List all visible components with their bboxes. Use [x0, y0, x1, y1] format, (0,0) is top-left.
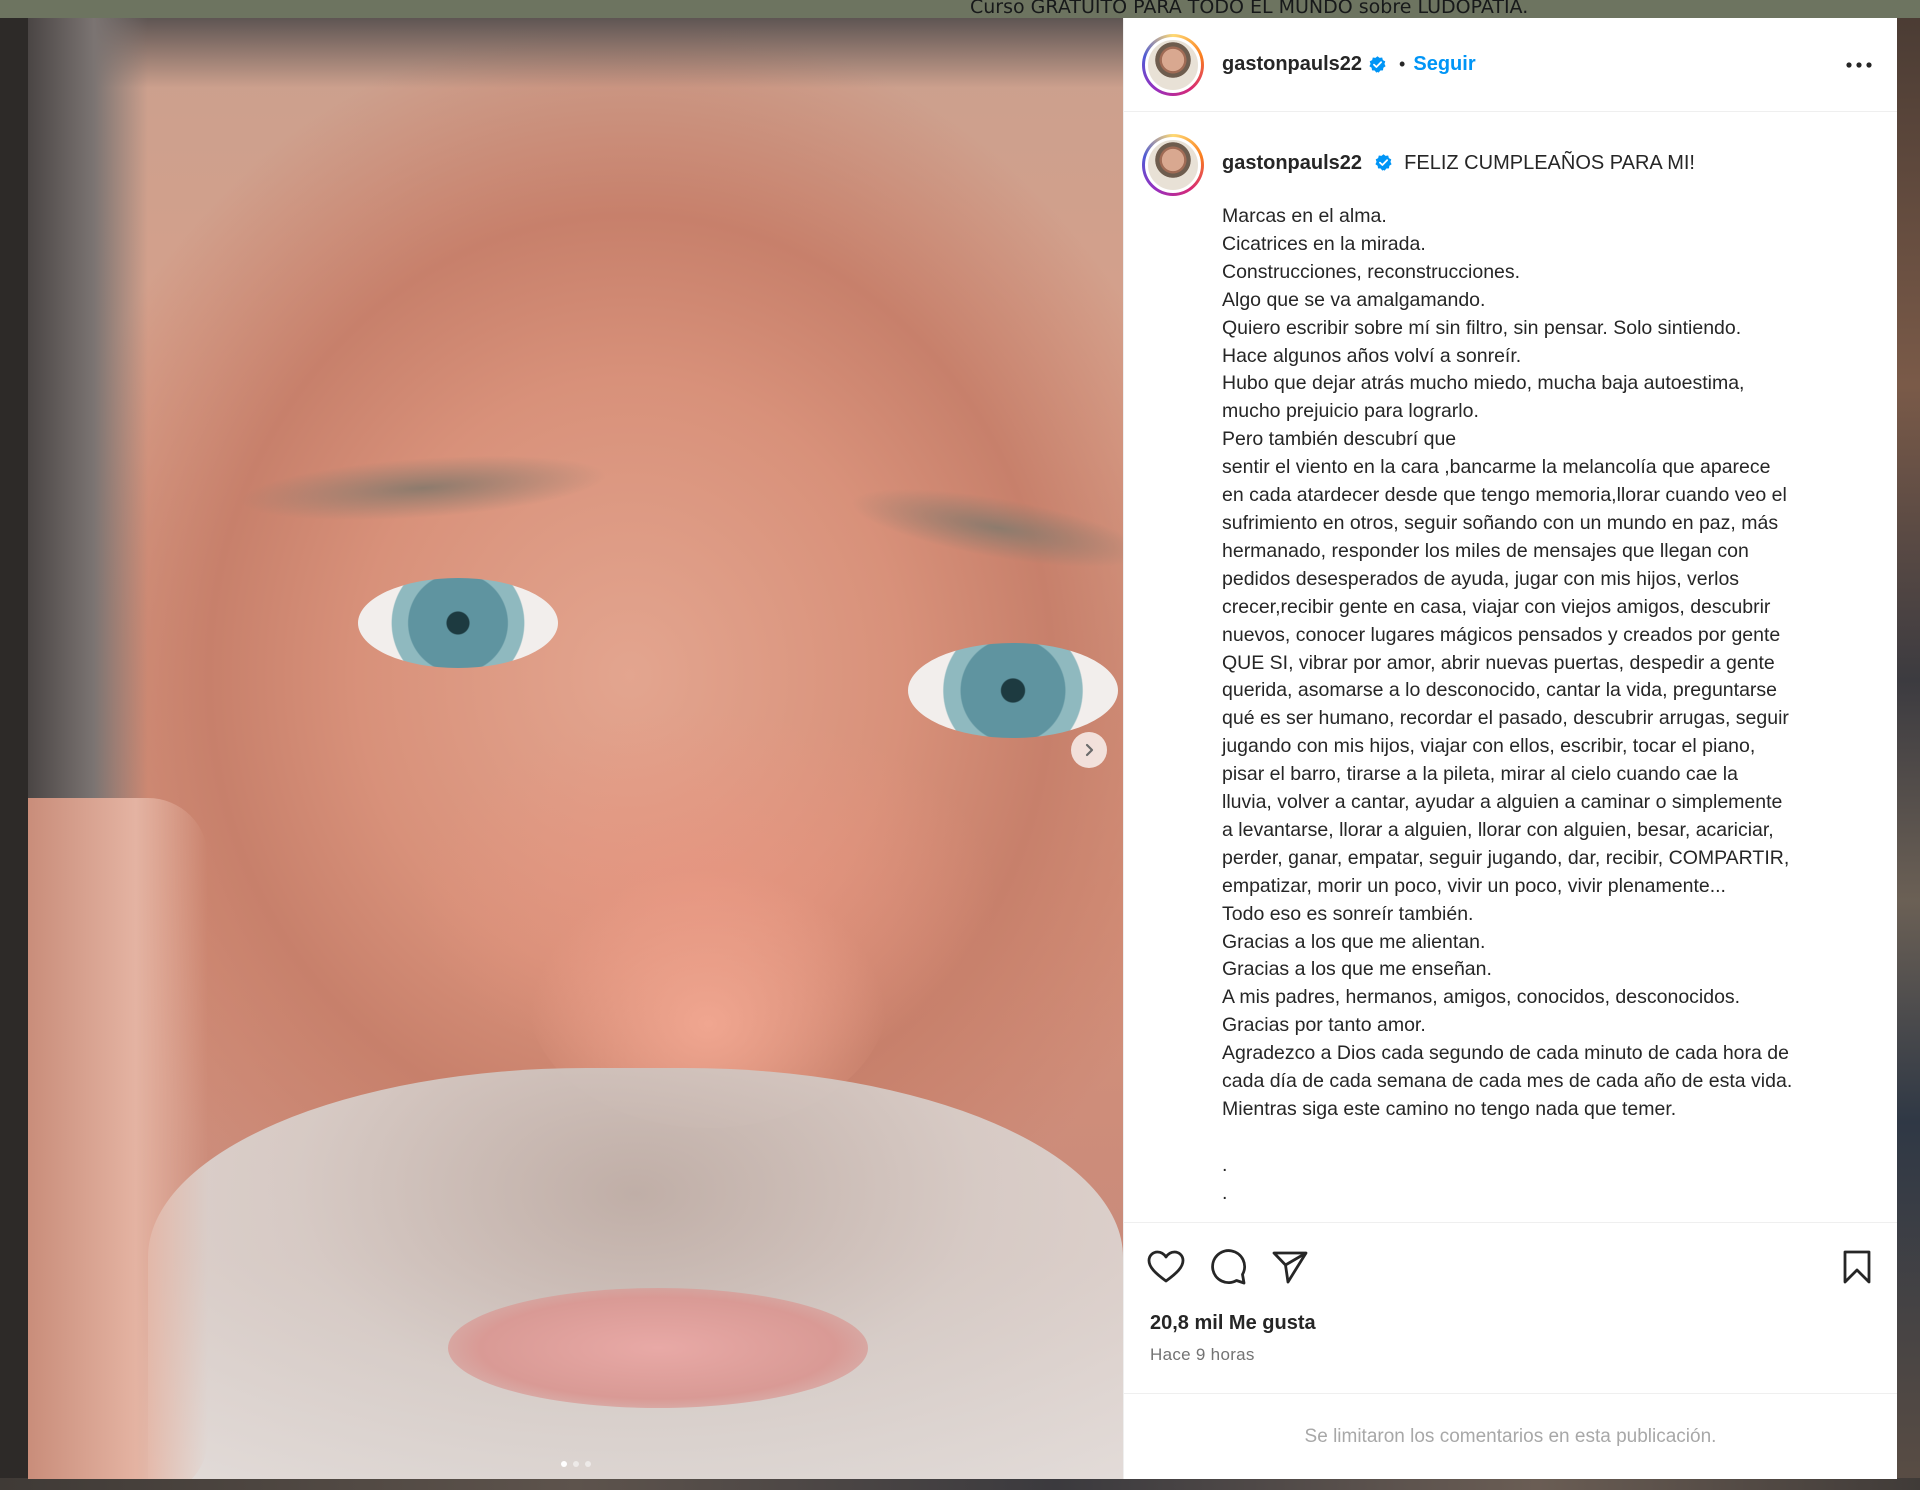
photo-left-eye	[358, 578, 558, 668]
caption-row: gastonpauls22 FELIZ CUMPLEAÑOS PARA MI! …	[1142, 134, 1877, 1222]
caption-line: Construcciones, reconstrucciones.	[1222, 260, 1521, 283]
background-left-edge	[0, 18, 28, 1490]
follow-button[interactable]: Seguir	[1413, 53, 1475, 76]
caption-line: empatizar, morir un poco, vivir un poco,…	[1222, 874, 1726, 897]
caption-text: Marcas en el alma. Cicatrices en la mirad…	[1222, 203, 1847, 1222]
caption-line: crecer,recibir gente en casa, viajar con…	[1222, 595, 1771, 618]
caption-line: Agradezco a Dios cada segundo de cada mi…	[1222, 1042, 1789, 1065]
caption-line: perder, ganar, empatar, seguir jugando, …	[1222, 846, 1790, 869]
verified-badge-icon	[1369, 56, 1386, 73]
comment-button[interactable]	[1206, 1245, 1250, 1289]
caption-body: gastonpauls22 FELIZ CUMPLEAÑOS PARA MI! …	[1222, 134, 1847, 1222]
photo-right-eyebrow	[845, 472, 1123, 584]
photo-hair-top	[28, 18, 1123, 88]
caption-author-avatar[interactable]	[1142, 134, 1204, 196]
next-photo-button[interactable]	[1071, 732, 1107, 768]
verified-badge-icon	[1375, 154, 1392, 171]
background-banner: Curso GRATUITO PARA TODO EL MUNDO sobre …	[0, 0, 1920, 18]
bookmark-icon	[1843, 1250, 1871, 1283]
like-button[interactable]	[1144, 1245, 1188, 1289]
caption-line: Quiero escribir sobre mí sin filtro, sin…	[1222, 316, 1742, 339]
likes-count[interactable]: 20,8 mil Me gusta	[1124, 1312, 1897, 1335]
caption-line: querida, asomarse a lo desconocido, cant…	[1222, 679, 1777, 702]
chevron-right-icon	[1085, 743, 1094, 757]
caption-line: Gracias por tanto amor.	[1222, 1014, 1426, 1037]
caption-line: qué es ser humano, recordar el pasado, d…	[1222, 707, 1789, 730]
caption-line: mucho prejuicio para lograrlo.	[1222, 400, 1479, 423]
caption-line: sentir el viento en la cara ,bancarme la…	[1222, 456, 1771, 479]
caption-line: Algo que se va amalgamando.	[1222, 288, 1486, 311]
caption-headline-row: gastonpauls22 FELIZ CUMPLEAÑOS PARA MI!	[1222, 152, 1847, 175]
save-button[interactable]	[1835, 1245, 1879, 1289]
caption-line: Hace algunos años volví a sonreír.	[1222, 344, 1522, 367]
background-bottom-edge	[0, 1478, 1920, 1490]
caption-author-avatar-image	[1145, 137, 1201, 193]
caption-line: Pero también descubrí que	[1222, 428, 1457, 451]
caption-line: sufrimiento en otros, seguir soñando con…	[1222, 511, 1779, 534]
caption-line: A mis padres, hermanos, amigos, conocido…	[1222, 986, 1741, 1009]
more-horizontal-icon	[1846, 61, 1872, 68]
action-bar	[1124, 1222, 1897, 1310]
caption-line: a levantarse, llorar a alguien, llorar c…	[1222, 818, 1774, 841]
carousel-indicator	[28, 1461, 1123, 1467]
caption-line: .	[1222, 1209, 1228, 1222]
header-separator: •	[1399, 54, 1406, 74]
photo-lips	[448, 1288, 868, 1408]
photo-beard	[148, 1068, 1123, 1479]
caption-line: hermanado, responder los miles de mensaj…	[1222, 539, 1749, 562]
caption-line: Hubo que dejar atrás mucho miedo, mucha …	[1222, 372, 1745, 395]
more-options-button[interactable]	[1841, 47, 1877, 83]
caption-line: cada día de cada semana de cada mes de c…	[1222, 1070, 1793, 1093]
caption-line	[1222, 1124, 1847, 1152]
post-header: gastonpauls22 • Seguir	[1124, 18, 1897, 112]
carousel-dot-active	[560, 1461, 567, 1467]
author-avatar[interactable]	[1142, 33, 1204, 96]
caption-line: nuevos, conocer lugares mágicos pensados…	[1222, 623, 1781, 646]
heart-icon	[1147, 1250, 1185, 1282]
author-avatar-image	[1145, 36, 1201, 93]
comments-limited-notice: Se limitaron los comentarios en esta pub…	[1124, 1393, 1897, 1479]
post-timestamp[interactable]: Hace 9 horas	[1124, 1345, 1897, 1365]
caption-headline: FELIZ CUMPLEAÑOS PARA MI!	[1404, 152, 1695, 174]
author-username[interactable]: gastonpauls22	[1222, 53, 1362, 76]
photo-right-eye	[908, 643, 1118, 738]
caption-area: gastonpauls22 FELIZ CUMPLEAÑOS PARA MI! …	[1124, 112, 1897, 1222]
caption-line: pisar el barro, tirarse a la pileta, mir…	[1222, 763, 1738, 786]
caption-line: QUE SI, vibrar por amor, abrir nuevas pu…	[1222, 651, 1775, 674]
caption-line: Mientras siga este camino no tengo nada …	[1222, 1098, 1677, 1120]
photo-hand	[28, 798, 208, 1479]
caption-line: .	[1222, 1181, 1228, 1204]
caption-line: Gracias a los que me alientan.	[1222, 930, 1486, 953]
share-button[interactable]	[1268, 1245, 1312, 1289]
post-side-panel: gastonpauls22 • Seguir gastonpauls22 FEL…	[1123, 18, 1897, 1479]
caption-line: Todo eso es sonreír también.	[1222, 902, 1474, 925]
caption-line: lluvia, volver a cantar, ayudar a alguie…	[1222, 791, 1783, 814]
paper-plane-icon	[1272, 1251, 1308, 1283]
carousel-dot	[572, 1461, 579, 1467]
background-right-edge	[1896, 18, 1920, 1490]
caption-line: jugando con mis hijos, viajar con ellos,…	[1222, 735, 1756, 758]
caption-line: pedidos desesperados de ayuda, jugar con…	[1222, 567, 1740, 590]
carousel-dot	[584, 1461, 591, 1467]
post-photo[interactable]	[28, 18, 1123, 1479]
caption-line: Cicatrices en la mirada.	[1222, 232, 1426, 255]
comment-icon	[1211, 1248, 1246, 1284]
caption-line: en cada atardecer desde que tengo memori…	[1222, 484, 1787, 507]
caption-line: .	[1222, 1153, 1228, 1176]
caption-line: Gracias a los que me enseñan.	[1222, 958, 1492, 981]
photo-left-eyebrow	[236, 445, 610, 531]
caption-username[interactable]: gastonpauls22	[1222, 152, 1362, 174]
caption-line: Marcas en el alma.	[1222, 205, 1387, 227]
background-banner-text: Curso GRATUITO PARA TODO EL MUNDO sobre …	[970, 0, 1529, 18]
post-modal: gastonpauls22 • Seguir gastonpauls22 FEL…	[28, 18, 1897, 1479]
